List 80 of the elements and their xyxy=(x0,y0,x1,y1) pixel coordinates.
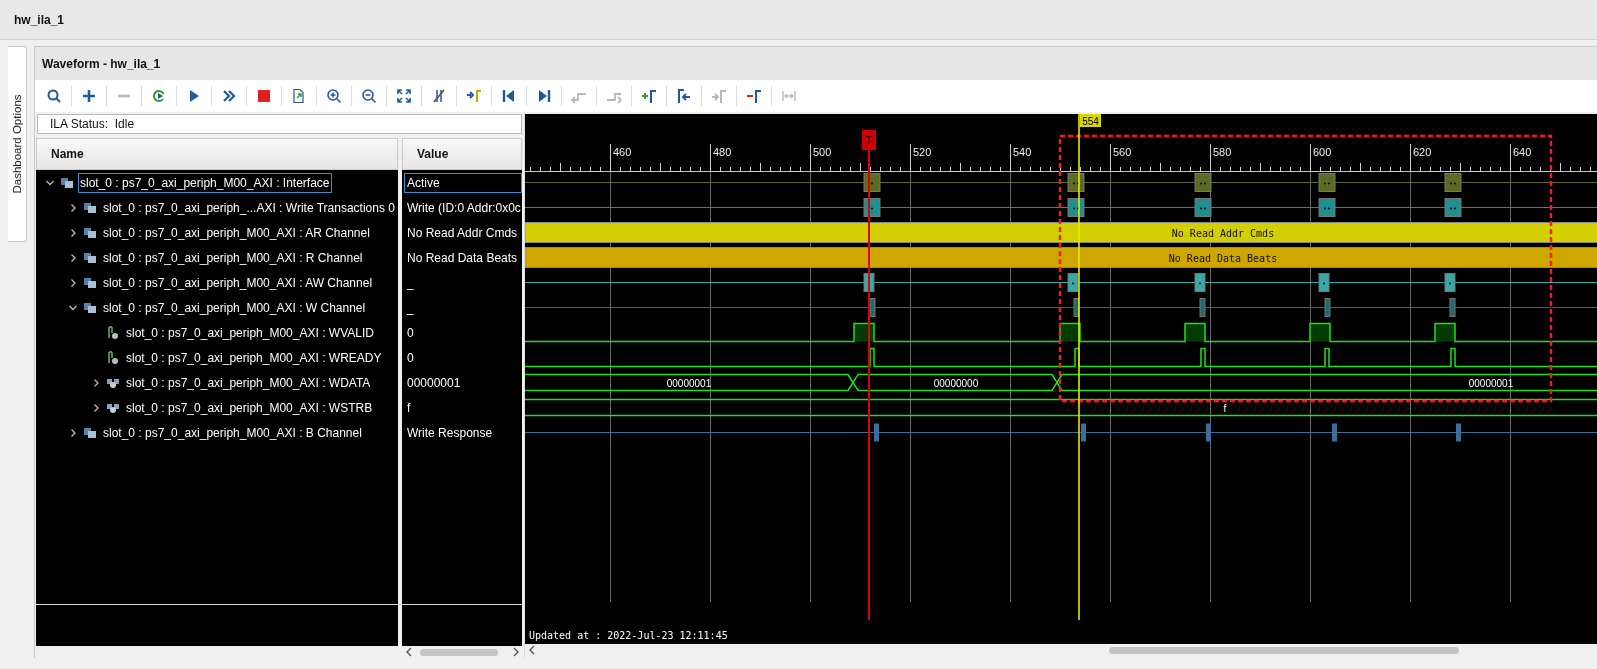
ruler-label: 540 xyxy=(1013,146,1032,158)
signal-value: _ xyxy=(406,299,415,317)
signal-name[interactable]: slot_0 : ps7_0_axi_periph_M00_AXI : WVALID xyxy=(124,322,376,343)
bus-value: 00000000 xyxy=(933,377,979,389)
panel-title: Waveform - hw_ila_1 xyxy=(42,56,161,71)
ruler-label: 480 xyxy=(713,146,732,158)
signal-value: Write (ID:0 Addr:0x0c xyxy=(406,199,522,217)
signal-value: 00000001 xyxy=(406,374,462,392)
signal-name[interactable]: slot_0 : ps7_0_axi_periph_M00_AXI : AW Channel xyxy=(101,272,375,293)
window-title: hw_ila_1 xyxy=(14,12,65,27)
scrollbar-thumb[interactable] xyxy=(1109,646,1459,654)
ruler-label: 560 xyxy=(1113,146,1132,158)
stacked-squares-icon xyxy=(83,225,97,240)
side-tab[interactable]: Dashboard Options xyxy=(8,46,27,242)
skip-forward-icon xyxy=(536,88,552,104)
signal-value: Active xyxy=(404,172,522,193)
cursor-flag[interactable]: 554 xyxy=(1080,114,1101,127)
signal-name[interactable]: slot_0 : ps7_0_axi_periph_...AXI : Write Transactions 0 xyxy=(101,197,397,218)
ruler-label: 600 xyxy=(1313,146,1332,158)
status-field: ILA Status: Idle xyxy=(37,114,522,134)
scroll-left-icon[interactable] xyxy=(405,647,413,657)
trigger-flag[interactable]: T xyxy=(862,130,876,150)
stop-icon xyxy=(256,88,272,104)
bus-value: 00000001 xyxy=(666,377,712,389)
bit-signal-icon xyxy=(106,350,120,365)
marker-arrow-left-icon xyxy=(676,88,692,104)
refresh-icon xyxy=(151,88,167,104)
minus-marker-icon xyxy=(746,88,762,104)
signal-value: Write Response xyxy=(406,424,494,442)
signal-value: No Read Addr Cmds xyxy=(406,224,519,242)
expand-arrows-icon xyxy=(396,88,412,104)
scroll-right-icon[interactable] xyxy=(512,647,520,657)
zoom-in-icon xyxy=(326,88,342,104)
signal-value: 0 xyxy=(406,324,415,342)
bus-value: f xyxy=(1223,402,1227,414)
signal-value: No Read Data Beats xyxy=(406,249,519,267)
export-icon xyxy=(291,88,307,104)
zoom-out-icon xyxy=(361,88,377,104)
signal-name[interactable]: slot_0 : ps7_0_axi_periph_M00_AXI : R Channel xyxy=(101,247,365,268)
signal-value: _ xyxy=(406,274,415,292)
signal-name[interactable]: slot_0 : ps7_0_axi_periph_M00_AXI : W Channel xyxy=(101,297,368,318)
band-label: No Read Addr Cmds xyxy=(1171,227,1275,239)
signal-name[interactable]: slot_0 : ps7_0_axi_periph_M00_AXI : WREADY xyxy=(124,347,384,368)
search-icon xyxy=(46,88,62,104)
ruler-label: 520 xyxy=(913,146,932,158)
ruler-label: 580 xyxy=(1213,146,1232,158)
stacked-squares-icon xyxy=(83,275,97,290)
signal-name[interactable]: slot_0 : ps7_0_axi_periph_M00_AXI : WDATA xyxy=(124,372,373,393)
marker-arrow-right-icon xyxy=(711,88,727,104)
crossed-cursor-icon xyxy=(431,88,447,104)
waveform-view[interactable]: 460 480 500 520 540 560 580 600 620 640 No Read Addr Cmds No Read Data Beats 00000001 00000000 00000001 f T 554 xyxy=(525,114,1597,620)
column-header[interactable]: Value xyxy=(402,138,522,170)
signal-name[interactable]: slot_0 : ps7_0_axi_periph_M00_AXI : WSTRB xyxy=(124,397,375,418)
stacked-squares-icon xyxy=(83,250,97,265)
scrollbar-thumb[interactable] xyxy=(420,648,498,656)
band-label: No Read Data Beats xyxy=(1168,252,1278,264)
signal-name[interactable]: slot_0 : ps7_0_axi_periph_M00_AXI : B Channel xyxy=(101,422,364,443)
bus-value: 00000001 xyxy=(1468,377,1514,389)
ruler-label: 500 xyxy=(813,146,832,158)
stacked-squares-icon xyxy=(83,425,97,440)
updated-timestamp: Updated at : 2022-Jul-23 12:11:45 xyxy=(529,630,728,641)
stacked-squares-icon xyxy=(83,200,97,215)
stacked-squares-icon xyxy=(83,300,97,315)
arrow-bracket-icon xyxy=(466,88,482,104)
signal-value: 0 xyxy=(406,349,415,367)
fast-forward-icon xyxy=(221,88,237,104)
bit-signal-icon xyxy=(106,325,120,340)
ruler-label: 640 xyxy=(1513,146,1532,158)
signal-name[interactable]: slot_0 : ps7_0_axi_periph_M00_AXI : AR Channel xyxy=(101,222,372,243)
column-header[interactable]: Name xyxy=(36,138,398,170)
plus-icon xyxy=(81,88,97,104)
signal-value: f xyxy=(406,399,412,417)
ruler-label: 460 xyxy=(613,146,632,158)
ruler-label: 620 xyxy=(1413,146,1432,158)
skip-back-icon xyxy=(501,88,517,104)
distance-icon xyxy=(781,88,797,104)
plus-marker-icon xyxy=(641,88,657,104)
signal-name[interactable]: slot_0 : ps7_0_axi_periph_M00_AXI : Interface xyxy=(78,172,332,193)
stacked-squares-icon xyxy=(60,175,74,190)
scroll-left-icon[interactable] xyxy=(528,645,536,655)
